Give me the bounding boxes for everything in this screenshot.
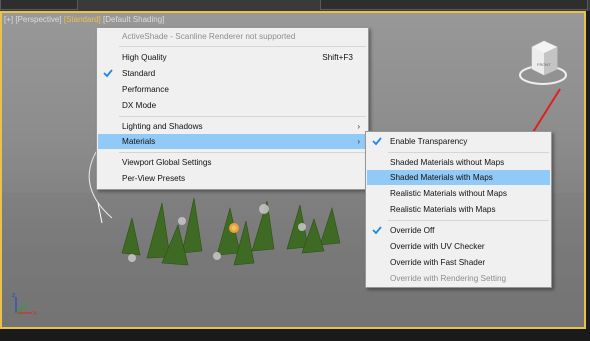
menu-item-standard[interactable]: Standard [98,66,367,81]
viewport-menu-plus[interactable]: [+] [4,15,13,24]
toolbar-segment [320,0,588,10]
materials-submenu: Enable Transparency Shaded Materials wit… [365,131,552,288]
viewcube-label: FRONT [537,62,551,67]
menu-item-realistic-without-maps[interactable]: Realistic Materials without Maps [367,186,550,201]
checkmark-icon [103,69,113,78]
shortcut-label: Shift+F3 [322,53,353,62]
menu-item-dx-mode[interactable]: DX Mode [98,98,367,113]
menu-item-override-uv-checker[interactable]: Override with UV Checker [367,239,550,254]
menu-item-materials[interactable]: Materials › [98,134,367,149]
axis-y-label: y [24,301,28,308]
menu-separator [388,220,549,221]
menu-separator [388,152,549,153]
viewport-label: [+] [Perspective] [Standard] [Default Sh… [4,15,164,24]
viewport-menu-point-of-view[interactable]: [Perspective] [15,15,61,24]
menu-item-override-rendering-setting: Override with Rendering Setting [390,274,507,283]
menu-item-viewport-global-settings[interactable]: Viewport Global Settings [98,155,367,170]
checkmark-icon [372,137,382,146]
viewport-menu-shading[interactable]: [Default Shading] [103,15,164,24]
checkmark-icon [372,226,382,235]
menu-item-override-off[interactable]: Override Off [367,223,550,238]
axis-x-label: x [33,310,37,317]
menu-separator [119,152,366,153]
menu-separator [119,116,366,117]
axis-tripod-icon: x z y [12,292,37,317]
chevron-right-icon: › [357,137,360,146]
menu-item-enable-transparency[interactable]: Enable Transparency [367,134,550,149]
menu-item-per-view-presets[interactable]: Per-View Presets [98,171,367,186]
status-strip [0,329,590,341]
viewcube[interactable]: FRONT [510,35,580,95]
menu-item-override-fast-shader[interactable]: Override with Fast Shader [367,255,550,270]
menu-item-shaded-with-maps[interactable]: Shaded Materials with Maps [367,170,550,185]
menu-separator [119,46,366,47]
menu-item-realistic-with-maps[interactable]: Realistic Materials with Maps [367,202,550,217]
viewport-shading-menu: ActiveShade - Scanline Renderer not supp… [96,27,369,190]
axis-z-label: z [12,292,16,299]
menu-item-performance[interactable]: Performance [98,82,367,97]
menu-item-lighting-and-shadows[interactable]: Lighting and Shadows › [98,119,367,134]
toolbar-segment [0,0,78,10]
menu-item-activeshade: ActiveShade - Scanline Renderer not supp… [122,32,296,41]
chevron-right-icon: › [357,122,360,131]
menu-item-shaded-without-maps[interactable]: Shaded Materials without Maps [367,155,550,170]
viewport-menu-standard[interactable]: [Standard] [64,15,101,24]
toolbar-strip [0,0,590,11]
menu-item-high-quality[interactable]: High Quality Shift+F3 [98,50,367,65]
